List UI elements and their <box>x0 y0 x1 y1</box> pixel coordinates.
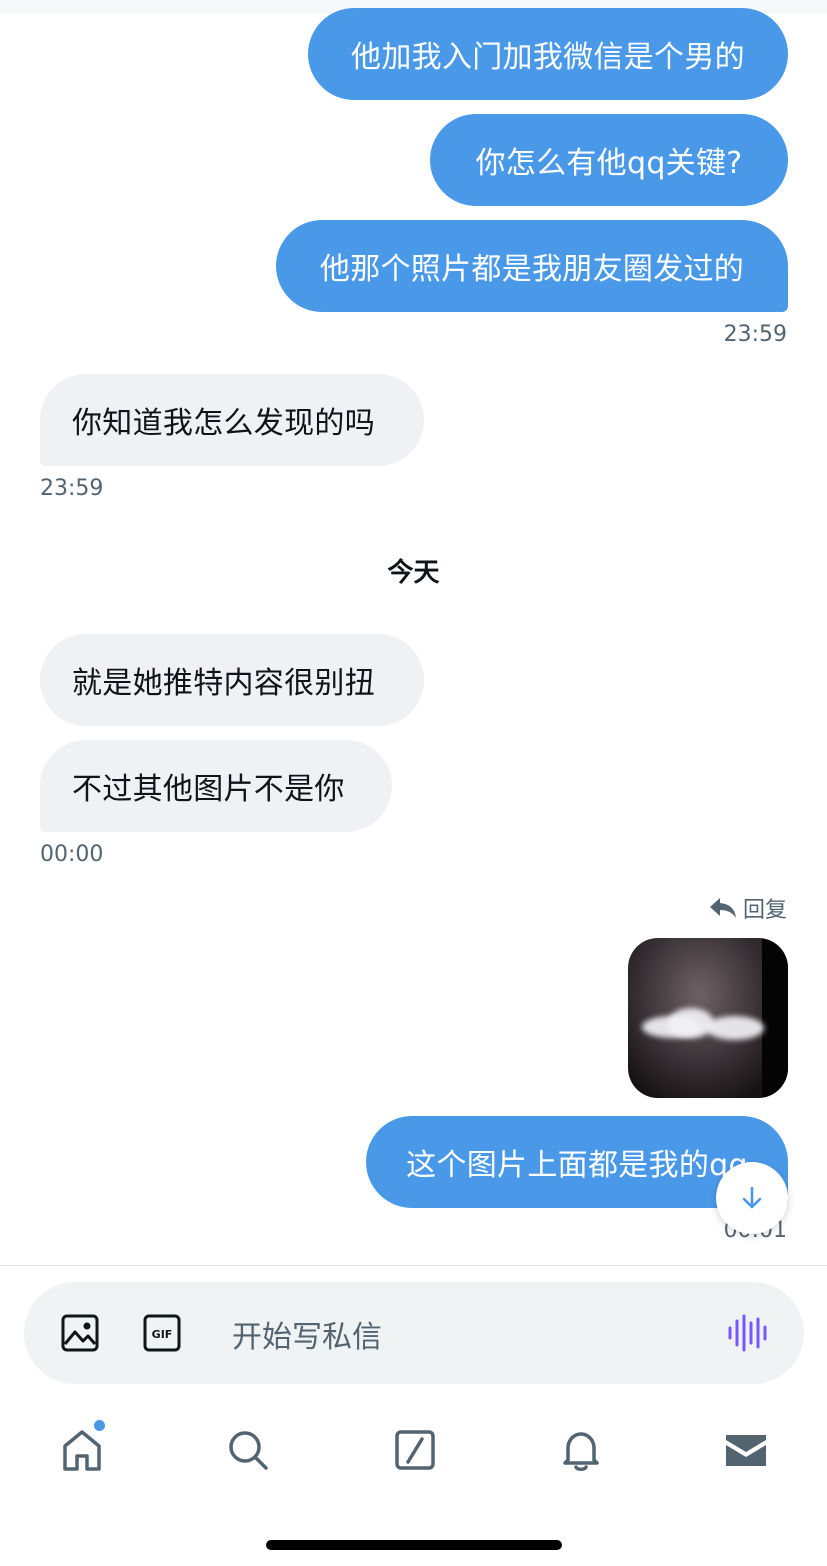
reply-indicator[interactable]: 回复 <box>709 892 787 924</box>
mail-icon <box>726 1435 766 1466</box>
photo-cloud-overlay <box>706 1016 764 1040</box>
message-text: 不过其他图片不是你 <box>72 772 345 807</box>
message-timestamp: 00:00 <box>40 842 104 867</box>
nav-messages[interactable] <box>716 1420 776 1480</box>
message-composer: GIF 开始写私信 <box>24 1282 804 1384</box>
photo-attachment[interactable] <box>628 938 788 1098</box>
home-icon <box>63 1430 101 1471</box>
nav-compose[interactable] <box>385 1420 445 1480</box>
home-indicator <box>266 1540 562 1550</box>
message-input[interactable]: 开始写私信 <box>232 1312 382 1356</box>
message-bubble-outgoing[interactable]: 他加我入门加我微信是个男的 <box>308 8 788 100</box>
day-separator: 今天 <box>387 558 440 588</box>
search-icon <box>229 1431 268 1470</box>
message-text: 这个图片上面都是我的qq <box>406 1148 748 1183</box>
scroll-to-bottom-button[interactable] <box>716 1162 788 1234</box>
message-text: 你知道我怎么发现的吗 <box>72 406 375 441</box>
message-text: 他加我入门加我微信是个男的 <box>351 40 745 75</box>
message-bubble-outgoing[interactable]: 他那个照片都是我朋友圈发过的 <box>276 220 788 312</box>
image-icon[interactable] <box>60 1313 100 1353</box>
voice-waveform-icon[interactable] <box>726 1313 770 1353</box>
gif-icon[interactable]: GIF <box>142 1313 182 1353</box>
svg-text:GIF: GIF <box>152 1328 173 1341</box>
bell-icon <box>563 1432 599 1471</box>
message-text: 你怎么有他qq关键? <box>475 146 743 181</box>
reply-arrow-icon <box>709 898 736 918</box>
message-bubble-incoming[interactable]: 就是她推特内容很别扭 <box>40 634 424 726</box>
message-bubble-incoming[interactable]: 你知道我怎么发现的吗 <box>40 374 424 466</box>
home-notification-dot <box>94 1420 105 1431</box>
compose-icon <box>395 1430 435 1470</box>
message-timestamp: 23:59 <box>723 322 787 347</box>
message-text: 就是她推特内容很别扭 <box>72 666 375 701</box>
message-bubble-outgoing[interactable]: 你怎么有他qq关键? <box>430 114 788 206</box>
message-timestamp: 23:59 <box>40 476 104 501</box>
composer-divider <box>0 1265 827 1266</box>
arrow-down-icon <box>742 1186 762 1209</box>
photo-shadow <box>762 938 788 1098</box>
nav-notifications[interactable] <box>551 1420 611 1480</box>
message-text: 他那个照片都是我朋友圈发过的 <box>319 252 745 287</box>
nav-search[interactable] <box>218 1420 278 1480</box>
message-bubble-incoming[interactable]: 不过其他图片不是你 <box>40 740 392 832</box>
reply-label: 回复 <box>742 898 787 923</box>
